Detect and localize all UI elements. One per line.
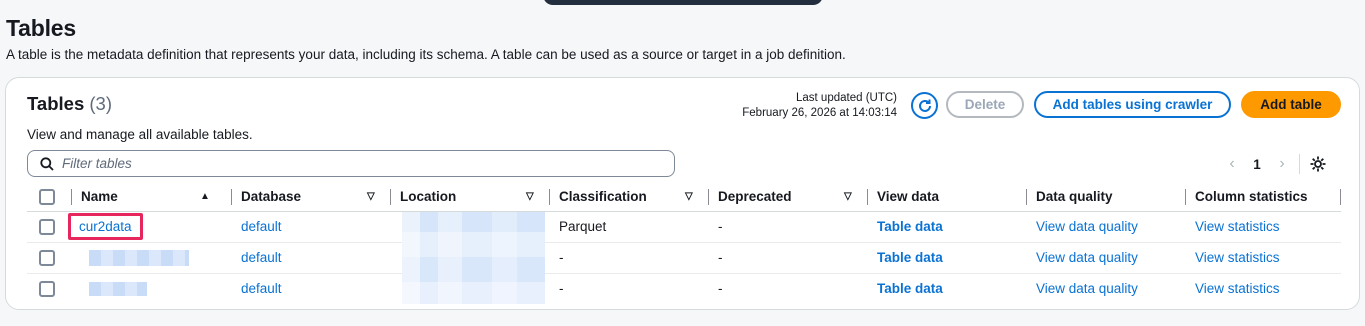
refresh-icon [918,99,931,112]
filter-input[interactable]: Filter tables [27,150,675,177]
column-header-view-data[interactable]: View data [868,183,1027,212]
name-cell [72,273,232,304]
data-quality-cell: View data quality [1027,242,1186,274]
view-data-cell: Table data [868,242,1027,274]
select-all-cell [27,183,72,212]
row-select-cell [27,211,72,243]
deprecated-cell: - [709,211,868,243]
last-updated-value: February 26, 2026 at 14:03:14 [742,107,897,119]
column-header-name-label: Name [81,189,118,205]
view-data-cell: Table data [868,273,1027,304]
column-header-name[interactable]: Name ▲ [72,183,232,212]
sort-caret-icon: ▽ [685,191,693,202]
view-data-quality-link[interactable]: View data quality [1036,250,1138,265]
database-link[interactable]: default [241,281,282,296]
column-header-deprecated[interactable]: Deprecated ▽ [709,183,868,212]
sort-desc-icon: ▲ [200,191,210,202]
column-header-database-label: Database [241,189,302,205]
column-header-classification[interactable]: Classification ▽ [550,183,709,212]
column-header-location[interactable]: Location ▽ [391,183,550,212]
tables-container: Tables (3) View and manage all available… [5,77,1360,310]
refresh-button[interactable] [911,92,938,119]
table-header-row: Name ▲ Database ▽ Location ▽ Classificat… [27,183,1341,212]
view-statistics-link[interactable]: View statistics [1195,219,1280,234]
container-title-text: Tables [27,93,85,114]
column-statistics-cell: View statistics [1186,273,1341,304]
pager-divider [1299,154,1300,174]
deprecated-cell: - [718,281,723,297]
classification-cell: - [550,242,709,274]
view-data-quality-link[interactable]: View data quality [1036,219,1138,234]
column-divider [1340,189,1341,205]
add-table-button[interactable]: Add table [1241,91,1341,118]
container-subtitle: View and manage all available tables. [27,127,253,142]
column-header-view-data-label: View data [877,189,940,205]
classification-cell: - [559,281,564,297]
table-count: (3) [89,93,112,114]
database-cell: default [232,242,391,274]
row-checkbox[interactable] [39,280,55,297]
view-data-cell: Table data [868,211,1027,243]
select-all-checkbox[interactable] [39,188,55,205]
table-row: default - - Table data View data quality… [27,242,1341,274]
database-link[interactable]: default [241,219,282,234]
highlight-box: cur2data [68,213,143,240]
column-header-data-quality[interactable]: Data quality [1027,183,1186,212]
column-header-deprecated-label: Deprecated [718,189,792,205]
column-header-column-statistics-label: Column statistics [1195,189,1308,205]
page-number[interactable]: 1 [1243,157,1271,172]
table-data-link[interactable]: Table data [877,219,943,234]
chevron-left-icon[interactable]: ‹ [1221,155,1243,173]
row-select-cell [27,242,72,274]
column-header-column-statistics[interactable]: Column statistics [1186,183,1341,212]
page-title: Tables [6,15,76,41]
data-quality-cell: View data quality [1027,273,1186,304]
name-cell [72,242,232,274]
container-title: Tables (3) [27,93,112,115]
column-header-location-label: Location [400,189,457,205]
name-cell: cur2data [68,211,232,243]
top-overlay-bar [543,0,823,5]
column-header-classification-label: Classification [559,189,647,205]
data-quality-cell: View data quality [1027,211,1186,243]
table-data-link[interactable]: Table data [877,250,943,265]
table-data-link[interactable]: Table data [877,281,943,296]
filter-placeholder: Filter tables [62,156,132,171]
redacted-table-name[interactable] [89,249,189,266]
view-statistics-link[interactable]: View statistics [1195,250,1280,265]
database-cell: default [232,273,391,304]
deprecated-cell: - [709,242,868,274]
gear-icon[interactable] [1308,154,1328,174]
redacted-table-name[interactable] [89,282,147,297]
last-updated: Last updated (UTC) February 26, 2026 at … [742,91,897,121]
redacted-location-values [402,212,545,304]
column-header-database[interactable]: Database ▽ [232,183,391,212]
database-link[interactable]: default [241,250,282,265]
chevron-right-icon[interactable]: › [1271,155,1293,173]
table-row: cur2data default Parquet - Table data Vi… [27,211,1341,243]
view-statistics-link[interactable]: View statistics [1195,281,1280,296]
page-description: A table is the metadata definition that … [6,47,846,62]
row-checkbox[interactable] [39,249,55,266]
column-header-data-quality-label: Data quality [1036,189,1113,205]
search-icon [40,156,54,171]
table-name-link[interactable]: cur2data [79,219,132,234]
classification-cell: Parquet [550,211,709,243]
sort-caret-icon: ▽ [526,191,534,202]
last-updated-label: Last updated (UTC) [796,92,897,104]
column-statistics-cell: View statistics [1186,211,1341,243]
row-checkbox[interactable] [39,218,55,235]
tables-table: Name ▲ Database ▽ Location ▽ Classificat… [27,183,1341,304]
view-data-quality-link[interactable]: View data quality [1036,281,1138,296]
database-cell: default [232,211,391,243]
row-select-cell [27,273,72,304]
pagination: ‹ 1 › [1221,154,1328,174]
table-row: default - - Table data View data quality… [27,273,1341,304]
sort-caret-icon: ▽ [367,191,375,202]
add-tables-crawler-button[interactable]: Add tables using crawler [1034,91,1231,118]
column-statistics-cell: View statistics [1186,242,1341,274]
sort-caret-icon: ▽ [844,191,852,202]
delete-button[interactable]: Delete [946,91,1024,118]
